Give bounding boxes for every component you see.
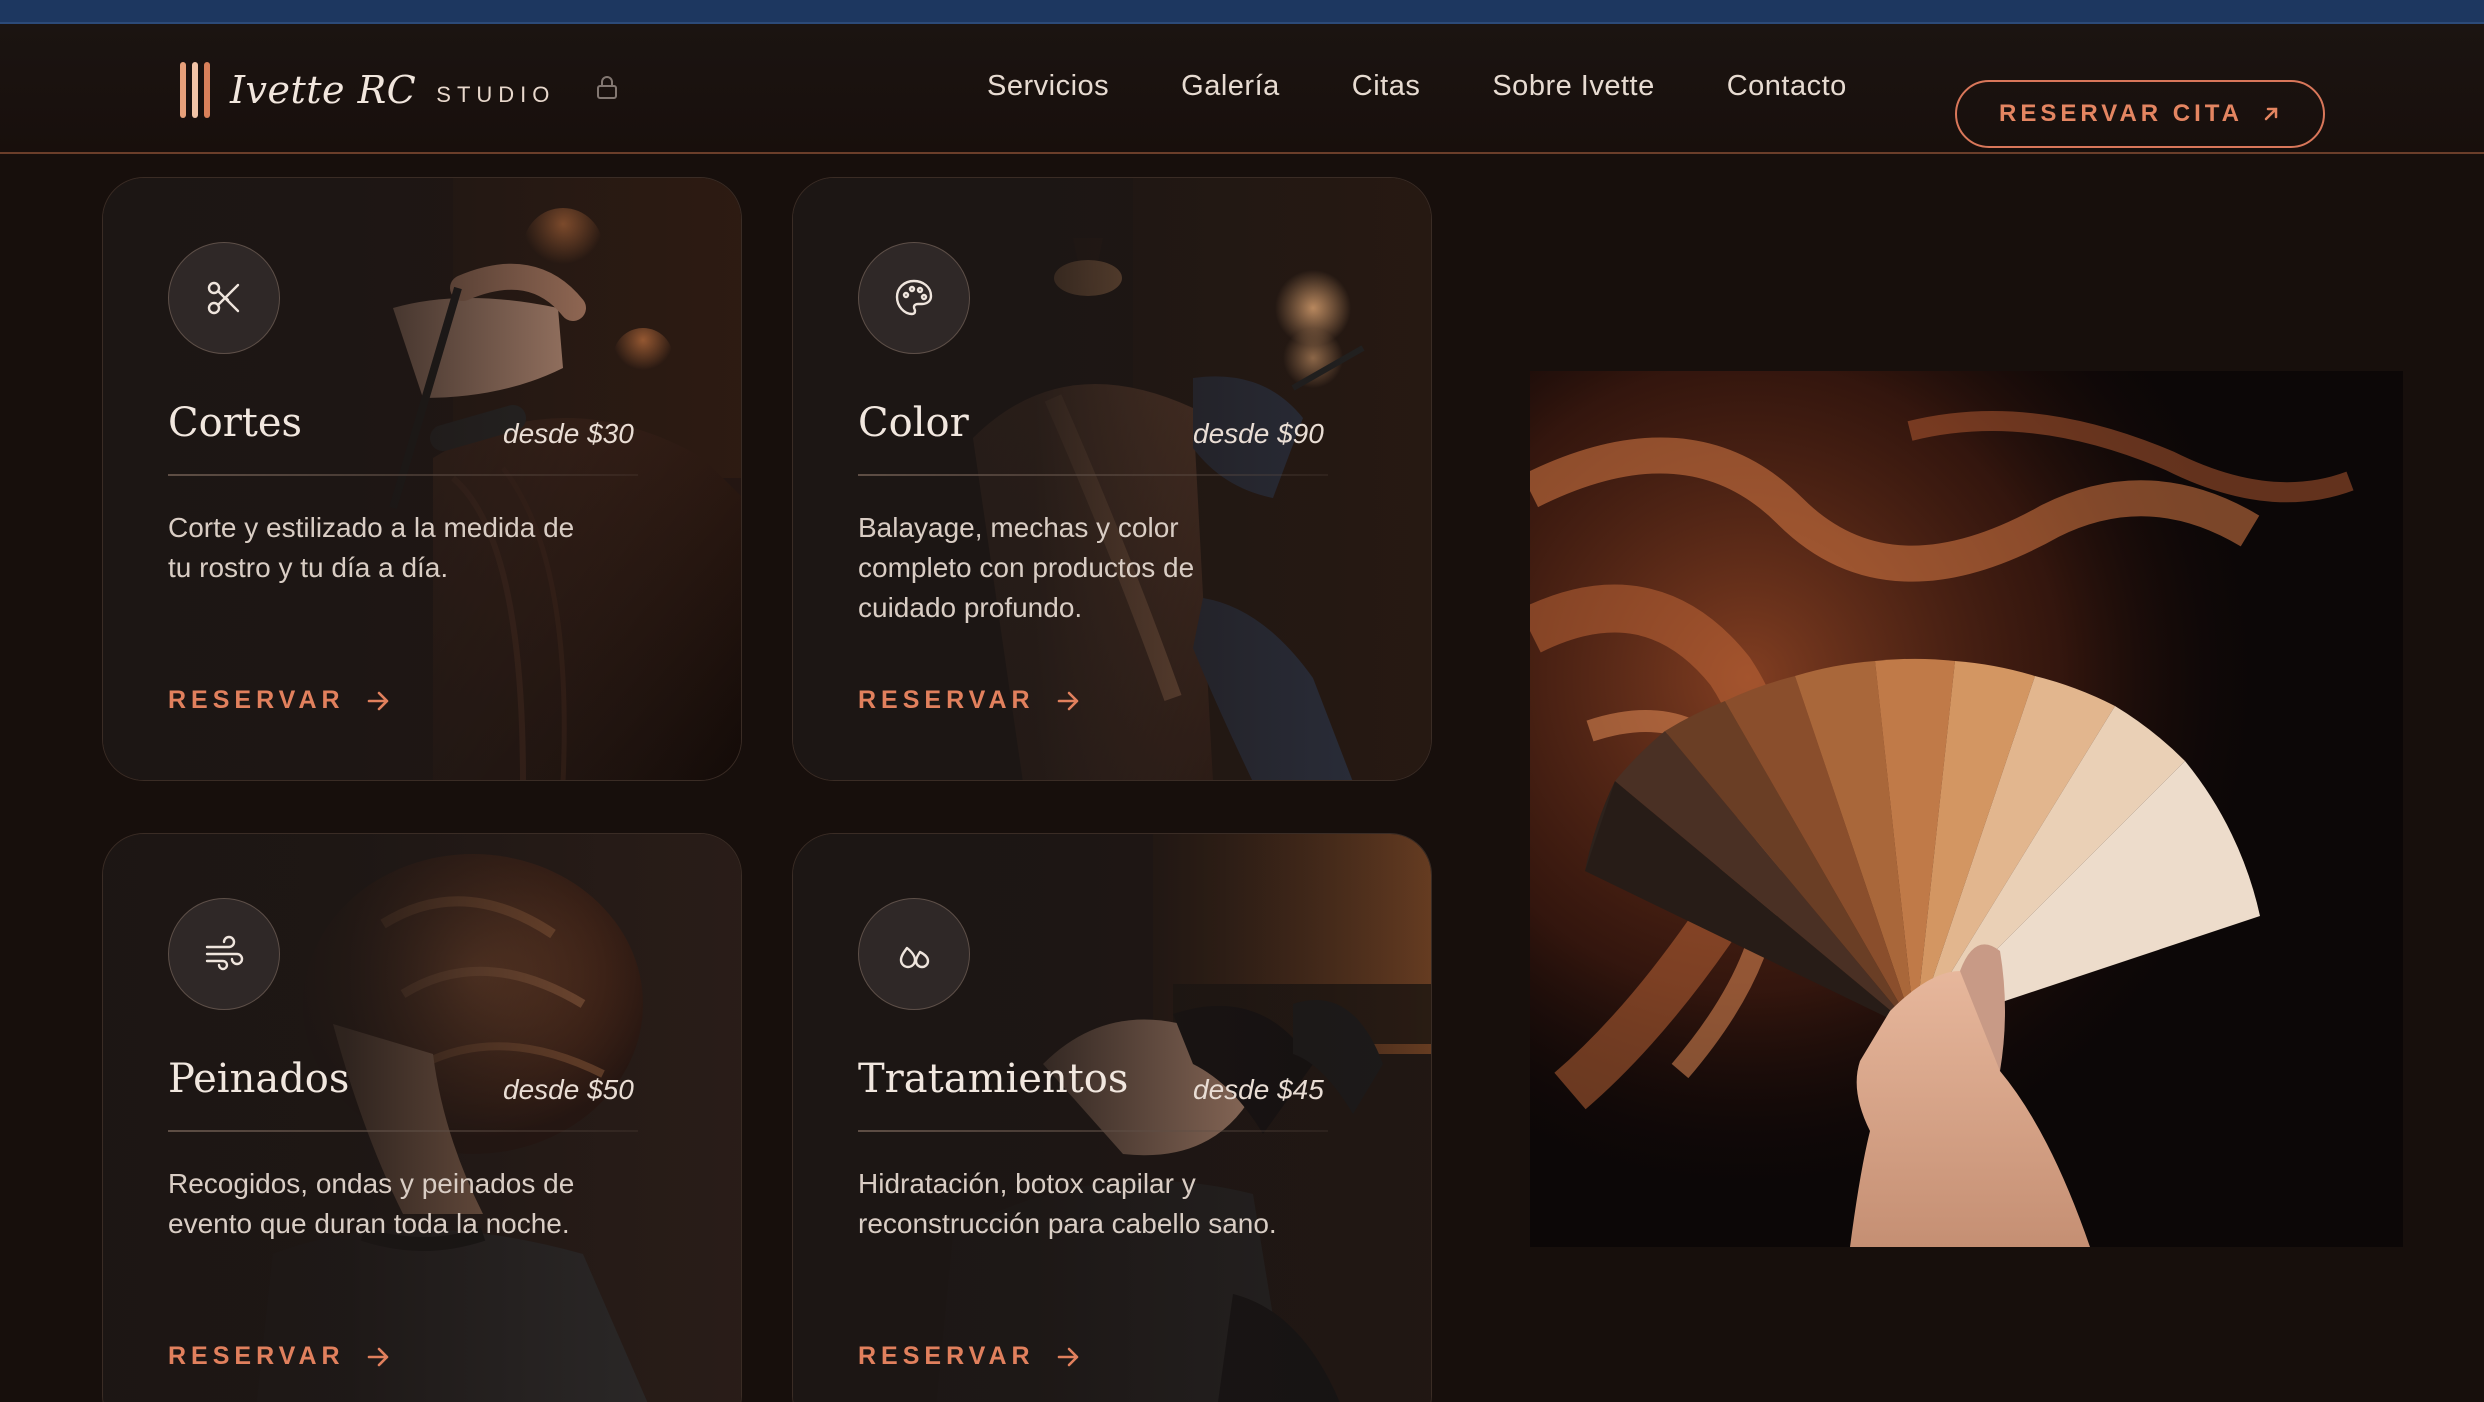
service-icon-badge: [858, 242, 970, 354]
service-title: Color: [858, 400, 969, 446]
hair-swatch-fan-image: [1530, 371, 2403, 1247]
brand-logo[interactable]: Ivette RC STUDIO: [180, 60, 619, 120]
divider: [858, 474, 1328, 476]
service-description: Recogidos, ondas y peinados de evento qu…: [168, 1168, 575, 1239]
scissors-icon: [207, 281, 240, 315]
reserve-link-tratamientos[interactable]: RESERVAR: [858, 1342, 1081, 1371]
service-icon-badge: [858, 898, 970, 1010]
service-icon-badge: [168, 242, 280, 354]
arrow-right-icon: [1057, 691, 1078, 710]
nav-servicios[interactable]: Servicios: [987, 70, 1109, 103]
book-appointment-button[interactable]: RESERVAR CITA: [1955, 80, 2325, 148]
service-price: desde $90: [1193, 418, 1324, 449]
divider: [858, 1130, 1328, 1132]
service-card-tratamientos: Tratamientos desde $45 Hidratación, boto…: [792, 833, 1432, 1402]
nav-citas[interactable]: Citas: [1352, 70, 1421, 103]
arrow-right-icon: [1057, 1347, 1078, 1366]
service-card-color: Color desde $90 Balayage, mechas y color…: [792, 177, 1432, 781]
arrow-right-icon: [367, 691, 388, 710]
reserve-link-color[interactable]: RESERVAR: [858, 686, 1081, 715]
brand-subtitle: STUDIO: [436, 82, 556, 107]
book-appointment-label: RESERVAR CITA: [1998, 100, 2244, 127]
reserve-link-cortes[interactable]: RESERVAR: [168, 686, 391, 715]
main-menu: Servicios Galería Citas Sobre Ivette Con…: [987, 70, 1847, 103]
wind-icon: [205, 935, 244, 971]
site-header: Ivette RC STUDIO Servicios Galería Citas…: [0, 24, 2484, 154]
palette-icon: [895, 279, 933, 316]
service-card-cortes: Cortes desde $30 Corte y estilizado a la…: [102, 177, 742, 781]
service-description: Hidratación, botox capilar y reconstrucc…: [858, 1168, 1277, 1239]
service-price: desde $45: [1193, 1074, 1324, 1105]
droplets-icon: [899, 946, 930, 969]
service-title: Cortes: [168, 400, 303, 446]
service-title: Peinados: [168, 1056, 350, 1102]
arrow-up-right-icon: [2264, 107, 2278, 121]
lock-icon: [597, 76, 618, 99]
service-description: Balayage, mechas y color completo con pr…: [858, 512, 1195, 623]
nav-galeria[interactable]: Galería: [1181, 70, 1280, 103]
nav-contacto[interactable]: Contacto: [1727, 70, 1847, 103]
reserve-link-peinados[interactable]: RESERVAR: [168, 1342, 391, 1371]
hair-color-swatches-illustration: [1530, 371, 2403, 1247]
logo-mark-icon: [180, 62, 210, 118]
nav-sobre-ivette[interactable]: Sobre Ivette: [1492, 70, 1654, 103]
browser-top-bar: [0, 0, 2484, 24]
arrow-right-icon: [367, 1347, 388, 1366]
service-icon-badge: [168, 898, 280, 1010]
service-price: desde $30: [503, 418, 634, 449]
service-price: desde $50: [503, 1074, 634, 1105]
divider: [168, 474, 638, 476]
service-title: Tratamientos: [858, 1056, 1129, 1102]
service-card-peinados: Peinados desde $50 Recogidos, ondas y pe…: [102, 833, 742, 1402]
brand-name: Ivette RC: [230, 68, 417, 112]
service-description: Corte y estilizado a la medida de tu ros…: [168, 512, 575, 583]
divider: [168, 1130, 638, 1132]
